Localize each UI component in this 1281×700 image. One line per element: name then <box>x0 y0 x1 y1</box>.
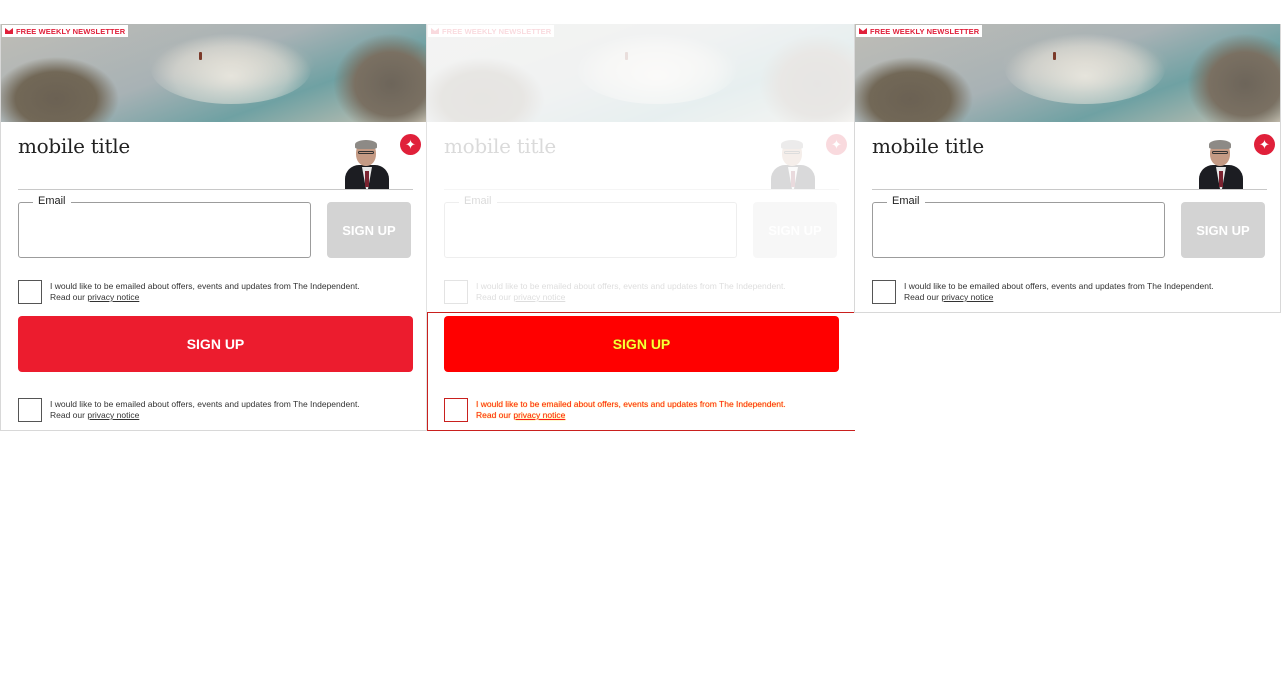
author-avatar <box>341 139 393 189</box>
email-field[interactable] <box>20 214 309 250</box>
consent-checkbox[interactable] <box>18 280 42 304</box>
independent-eagle-icon: ✦ <box>1254 134 1275 155</box>
hero-image <box>1 24 426 122</box>
consent-text-highlighted: I would like to be emailed about offers,… <box>476 399 786 420</box>
independent-eagle-icon: ✦ <box>400 134 421 155</box>
card-title-3: mobile title <box>872 134 984 158</box>
email-field-3[interactable] <box>874 214 1163 250</box>
consent-text: I would like to be emailed about offers,… <box>50 281 360 302</box>
newsletter-badge: FREE WEEKLY NEWSLETTER <box>2 25 129 37</box>
email-label: Email <box>33 195 71 207</box>
divider <box>18 189 413 190</box>
independent-eagle-icon: ✦ <box>826 134 847 155</box>
consent-text-faded: I would like to be emailed about offers,… <box>476 281 786 302</box>
newsletter-card-3: FREE WEEKLY NEWSLETTER mobile title ✦ Em… <box>854 24 1281 313</box>
consent-text-3: I would like to be emailed about offers,… <box>904 281 1214 302</box>
divider <box>444 189 839 190</box>
newsletter-badge-faded: FREE WEEKLY NEWSLETTER <box>428 25 555 37</box>
consent-checkbox-faded[interactable] <box>444 280 468 304</box>
email-field-faded[interactable] <box>446 214 735 250</box>
envelope-icon <box>431 28 439 34</box>
privacy-link-3[interactable]: privacy notice <box>941 292 993 302</box>
card-title-faded: mobile title <box>444 134 556 158</box>
newsletter-card-1: FREE WEEKLY NEWSLETTER mobile title ✦ Em… <box>0 24 427 431</box>
hero-image-faded <box>427 24 854 122</box>
author-avatar-faded <box>767 139 819 189</box>
signup-button-small-3[interactable]: SIGN UP <box>1181 202 1265 258</box>
signup-button-large[interactable]: SIGN UP <box>18 316 413 372</box>
author-avatar-3 <box>1195 139 1247 189</box>
privacy-link-faded[interactable]: privacy notice <box>513 292 565 302</box>
privacy-link[interactable]: privacy notice <box>87 292 139 302</box>
privacy-link-highlighted[interactable]: privacy notice <box>513 410 565 420</box>
signup-button-small[interactable]: SIGN UP <box>327 202 411 258</box>
card-title: mobile title <box>18 134 130 158</box>
newsletter-card-2-faded: FREE WEEKLY NEWSLETTER mobile title ✦ Em… <box>427 24 854 313</box>
envelope-icon <box>5 28 13 34</box>
consent-checkbox-2[interactable] <box>18 398 42 422</box>
hero-image-3 <box>855 24 1280 122</box>
consent-checkbox-highlighted[interactable] <box>444 398 468 422</box>
divider <box>872 189 1267 190</box>
email-label-faded: Email <box>459 195 497 207</box>
signup-button-highlighted[interactable]: SIGN UP <box>444 316 839 372</box>
consent-text-2: I would like to be emailed about offers,… <box>50 399 360 420</box>
divider <box>854 312 1281 313</box>
privacy-link-2[interactable]: privacy notice <box>87 410 139 420</box>
envelope-icon <box>859 28 867 34</box>
email-label-3: Email <box>887 195 925 207</box>
newsletter-badge-3: FREE WEEKLY NEWSLETTER <box>856 25 983 37</box>
consent-checkbox-3[interactable] <box>872 280 896 304</box>
signup-button-small-faded[interactable]: SIGN UP <box>753 202 837 258</box>
